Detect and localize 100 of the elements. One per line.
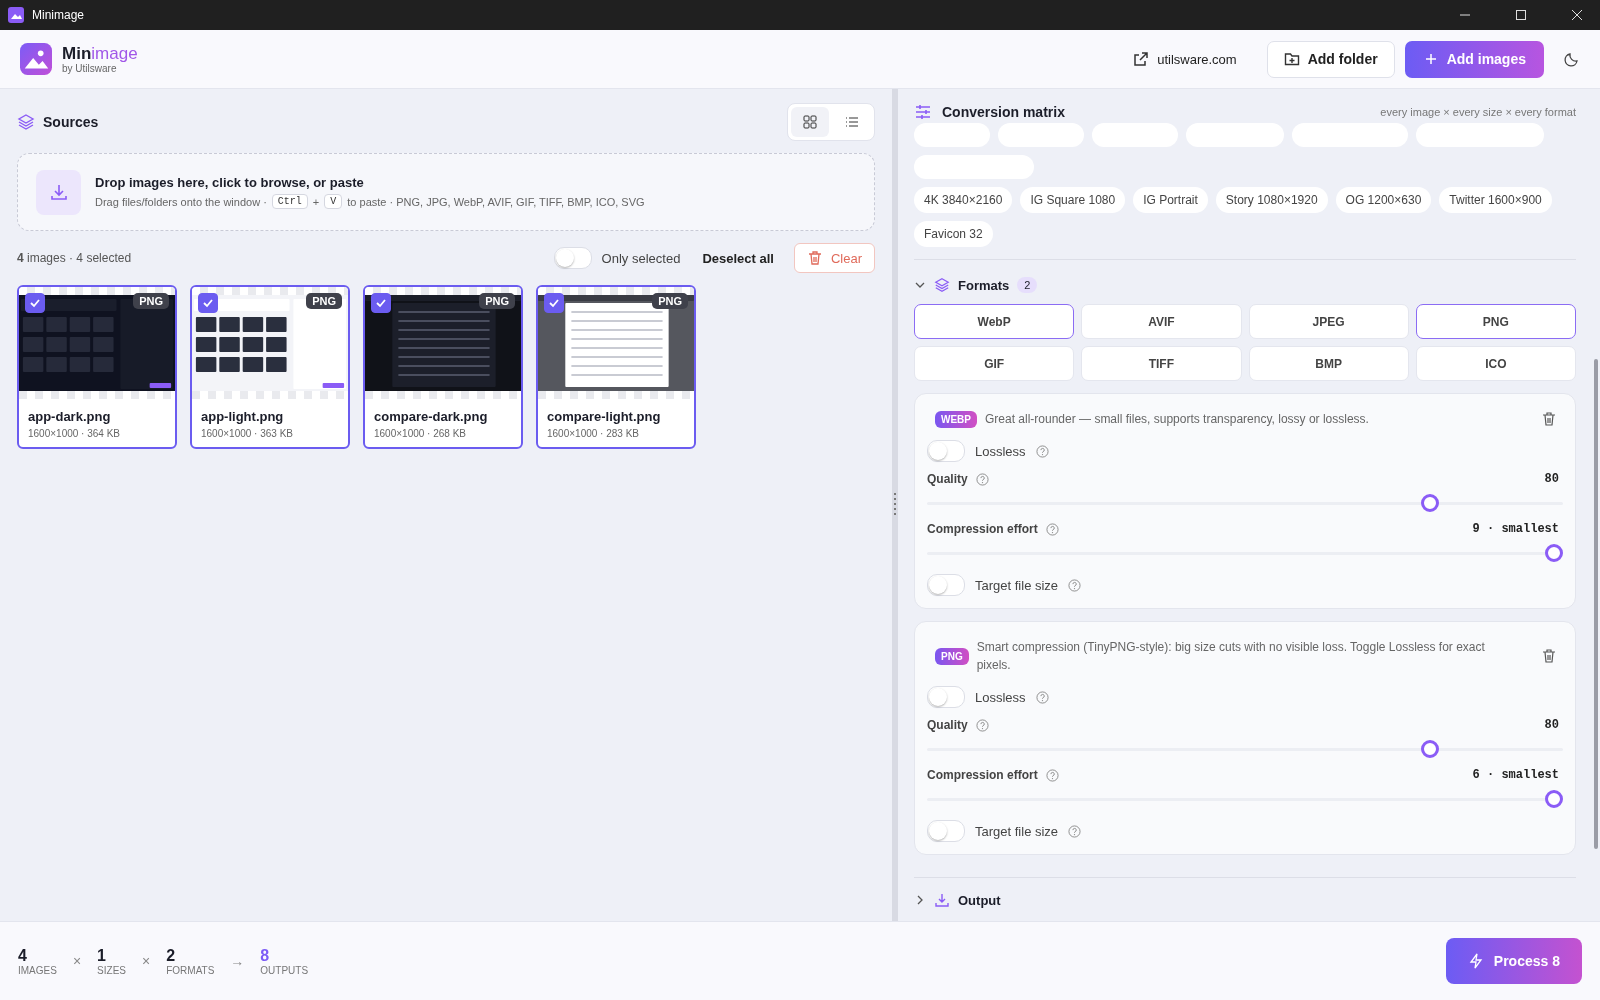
quality-value: 80 [1544, 472, 1559, 486]
format-option[interactable]: AVIF [1081, 304, 1242, 339]
trash-icon [806, 250, 823, 266]
format-badge: WEBP [935, 410, 977, 428]
folder-plus-icon [1283, 51, 1300, 67]
drop-zone[interactable]: Drop images here, click to browse, or paste Drag files/folders onto the window · Ctrl + V to paste · PNG, JPG, WebP, AVIF, GIF, TIFF, BMP, ICO, SVG [17, 153, 875, 231]
drop-title: Drop images here, click to browse, or paste [95, 175, 365, 190]
stat-label: FORMATS [166, 964, 215, 976]
trash-icon[interactable] [1541, 411, 1557, 427]
size-chip[interactable]: IG Square 1080 [1020, 187, 1126, 213]
format-description: Great all-rounder — small files, supports transparency, lossy or lossless. [985, 411, 1370, 428]
checkbox[interactable] [198, 293, 218, 313]
quality-label: Quality [927, 718, 968, 732]
moon-icon[interactable] [1564, 51, 1580, 67]
layers-icon [934, 277, 950, 293]
download-icon [36, 169, 81, 215]
help-icon[interactable] [1068, 578, 1082, 592]
format-option[interactable]: TIFF [1081, 346, 1242, 381]
format-option[interactable]: GIF [914, 346, 1075, 381]
website-link[interactable]: utilsware.com [1133, 51, 1237, 67]
image-card[interactable]: PNG compare-light.png 1600×1000 · 283 KB [536, 285, 696, 449]
only-selected-label: Only selected [601, 250, 681, 266]
toggle-switch[interactable] [553, 247, 592, 269]
help-icon[interactable] [1035, 444, 1049, 458]
format-badge: PNG [935, 647, 969, 665]
help-icon[interactable] [1068, 824, 1082, 838]
stat-label: IMAGES [18, 964, 57, 976]
add-folder-button[interactable]: Add folder [1266, 40, 1395, 78]
effort-slider[interactable] [927, 790, 1563, 808]
format-option[interactable]: JPEG [1248, 304, 1409, 339]
help-icon[interactable] [1035, 690, 1049, 704]
format-option[interactable]: ICO [1415, 346, 1576, 381]
drop-hint: to paste · PNG, JPG, WebP, AVIF, GIF, TIFF, BMP, ICO, SVG [347, 195, 645, 208]
slider-thumb[interactable] [1421, 494, 1440, 512]
drop-hint: Drag files/folders onto the window · [95, 195, 267, 208]
add-images-button[interactable]: Add images [1404, 40, 1544, 78]
checkbox[interactable] [25, 293, 45, 313]
stat-label: OUTPUTS [260, 964, 309, 976]
key-label: V [324, 194, 343, 209]
process-button[interactable]: Process 8 [1445, 938, 1582, 984]
effort-label: Compression effort [927, 522, 1038, 536]
list-icon [845, 115, 859, 129]
help-icon[interactable] [1045, 768, 1059, 782]
count-badge: 2 [1017, 277, 1038, 293]
slider-thumb[interactable] [1421, 740, 1440, 758]
slider-thumb[interactable] [1545, 790, 1563, 808]
format-badge: PNG [133, 293, 169, 309]
plus-sign: + [312, 195, 320, 208]
size-chip[interactable]: IG Portrait [1133, 187, 1208, 213]
format-option[interactable]: PNG [1415, 304, 1576, 339]
slider-thumb[interactable] [1545, 544, 1563, 562]
file-meta: 1600×1000 · 364 KB [28, 428, 122, 439]
sources-title: Sources [43, 114, 99, 130]
file-name: app-dark.png [28, 409, 112, 424]
file-name: app-light.png [201, 409, 285, 424]
toggle-switch[interactable] [927, 440, 965, 462]
resize-handle[interactable] [894, 493, 896, 517]
help-icon[interactable] [1045, 522, 1059, 536]
checkbox[interactable] [544, 293, 564, 313]
check-icon [29, 297, 41, 309]
check-icon [548, 297, 560, 309]
file-meta: 1600×1000 · 363 KB [201, 428, 295, 439]
stat-value: 1 [97, 946, 107, 965]
effort-value: 6 · smallest [1472, 768, 1559, 782]
toggle-switch[interactable] [927, 686, 965, 708]
maximize-icon[interactable] [1516, 10, 1526, 20]
quality-slider[interactable] [927, 494, 1563, 512]
deselect-all-button[interactable]: Deselect all [702, 250, 774, 266]
effort-slider[interactable] [927, 544, 1563, 562]
size-chip[interactable]: Twitter 1600×900 [1439, 187, 1552, 213]
size-chip[interactable]: 4K 3840×2160 [914, 187, 1013, 213]
formats-title: Formats [958, 277, 1010, 293]
scrollbar-thumb[interactable] [1594, 359, 1598, 849]
format-option[interactable]: BMP [1248, 346, 1409, 381]
format-description: Smart compression (TinyPNG-style): big size cuts with no visible loss. Toggle Lossless for exact pixels. [976, 639, 1486, 674]
trash-icon[interactable] [1541, 648, 1557, 664]
quality-slider[interactable] [927, 740, 1563, 758]
close-icon[interactable] [1572, 10, 1582, 20]
stat-value: 4 [18, 946, 28, 965]
help-icon[interactable] [975, 718, 989, 732]
size-chip[interactable]: OG 1200×630 [1335, 187, 1432, 213]
size-chip[interactable]: Story 1080×1920 [1215, 187, 1328, 213]
app-icon [8, 7, 24, 23]
grid-view-button[interactable] [791, 107, 829, 137]
download-icon [934, 892, 950, 908]
file-meta: 1600×1000 · 283 KB [547, 428, 641, 439]
app-tagline: by Utilsware [62, 63, 118, 74]
target-size-label: Target file size [975, 823, 1059, 839]
toggle-switch[interactable] [927, 820, 965, 842]
image-card[interactable]: PNG app-dark.png 1600×1000 · 364 KB [17, 285, 177, 449]
format-badge: PNG [652, 293, 688, 309]
help-icon[interactable] [975, 472, 989, 486]
checkbox[interactable] [371, 293, 391, 313]
image-card[interactable]: PNG app-light.png 1600×1000 · 363 KB [190, 285, 350, 449]
format-option[interactable]: WebP [914, 304, 1075, 339]
check-icon [202, 297, 214, 309]
size-chip[interactable]: Favicon 32 [914, 221, 993, 247]
image-card[interactable]: PNG compare-dark.png 1600×1000 · 268 KB [363, 285, 523, 449]
toggle-switch[interactable] [927, 574, 965, 596]
lossless-label: Lossless [975, 443, 1026, 459]
